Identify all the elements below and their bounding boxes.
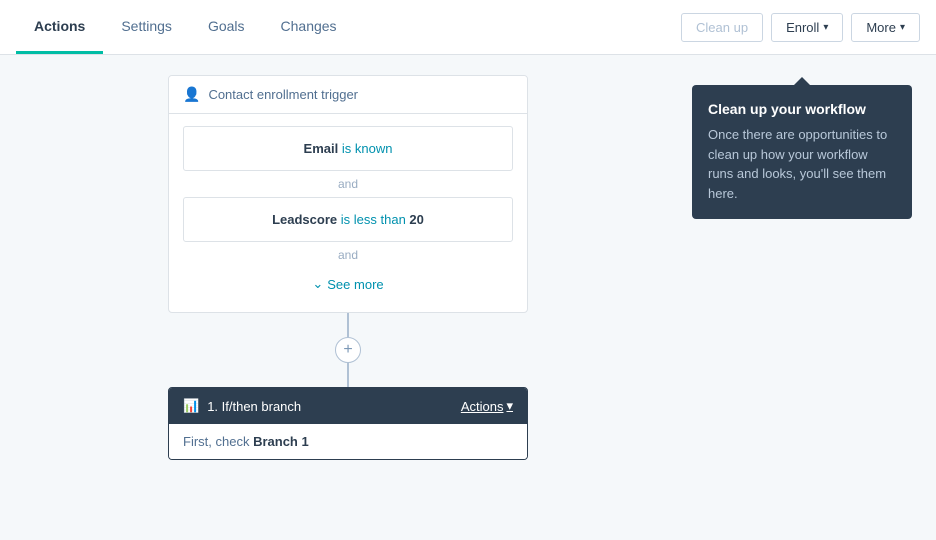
trigger-card: 👤 Contact enrollment trigger Email is kn… (168, 75, 528, 313)
plus-icon: + (343, 341, 352, 359)
more-chevron-icon: ▾ (900, 22, 905, 33)
trigger-card-body: Email is known and Leadscore is less tha… (169, 114, 527, 312)
condition-email[interactable]: Email is known (183, 126, 513, 171)
branch-card: 📊 1. If/then branch Actions ▾ First, che… (168, 387, 528, 460)
branch-icon: 📊 (183, 398, 199, 414)
leadscore-value: 20 (409, 212, 423, 227)
see-more-label: See more (327, 277, 383, 292)
tab-actions[interactable]: Actions (16, 0, 103, 54)
connector: + (335, 313, 361, 387)
cleanup-button[interactable]: Clean up (681, 13, 763, 42)
branch-body-text: First, check (183, 434, 253, 449)
tab-changes[interactable]: Changes (263, 0, 355, 54)
nav-tabs: Actions Settings Goals Changes (16, 0, 681, 54)
main-content: 👤 Contact enrollment trigger Email is kn… (0, 55, 936, 540)
branch-card-header: 📊 1. If/then branch Actions ▾ (169, 388, 527, 424)
see-more-chevron-icon: ⌄ (312, 276, 323, 292)
condition-leadscore[interactable]: Leadscore is less than 20 (183, 197, 513, 242)
branch-card-body: First, check Branch 1 (169, 424, 527, 459)
leadscore-operator: is less than (341, 212, 410, 227)
add-step-button[interactable]: + (335, 337, 361, 363)
branch-actions-label: Actions (461, 399, 504, 414)
trigger-card-title: Contact enrollment trigger (208, 87, 358, 102)
top-navigation: Actions Settings Goals Changes Clean up … (0, 0, 936, 55)
leadscore-field-label: Leadscore (272, 212, 337, 227)
and-separator-1: and (183, 171, 513, 197)
email-operator: is known (342, 141, 393, 156)
tab-goals[interactable]: Goals (190, 0, 263, 54)
branch-card-title: 1. If/then branch (207, 399, 301, 414)
branch-actions-button[interactable]: Actions ▾ (461, 398, 513, 414)
branch-header-left: 📊 1. If/then branch (183, 398, 301, 414)
see-more-button[interactable]: ⌄ See more (183, 268, 513, 300)
tooltip-title: Clean up your workflow (708, 101, 896, 117)
more-button[interactable]: More ▾ (851, 13, 920, 42)
person-icon: 👤 (183, 86, 200, 103)
cleanup-tooltip: Clean up your workflow Once there are op… (692, 85, 912, 219)
enroll-chevron-icon: ▾ (823, 22, 828, 33)
enroll-button[interactable]: Enroll ▾ (771, 13, 843, 42)
branch-body-bold: Branch 1 (253, 434, 309, 449)
enroll-label: Enroll (786, 20, 819, 35)
and-separator-2: and (183, 242, 513, 268)
connector-line-bottom (347, 363, 349, 387)
workflow-canvas: 👤 Contact enrollment trigger Email is kn… (24, 75, 672, 520)
more-label: More (866, 20, 896, 35)
email-field-label: Email (304, 141, 339, 156)
branch-actions-chevron-icon: ▾ (506, 398, 513, 414)
tooltip-body: Once there are opportunities to clean up… (708, 125, 896, 203)
nav-action-buttons: Clean up Enroll ▾ More ▾ (681, 13, 920, 42)
connector-line-top (347, 313, 349, 337)
tab-settings[interactable]: Settings (103, 0, 190, 54)
trigger-card-header: 👤 Contact enrollment trigger (169, 76, 527, 114)
